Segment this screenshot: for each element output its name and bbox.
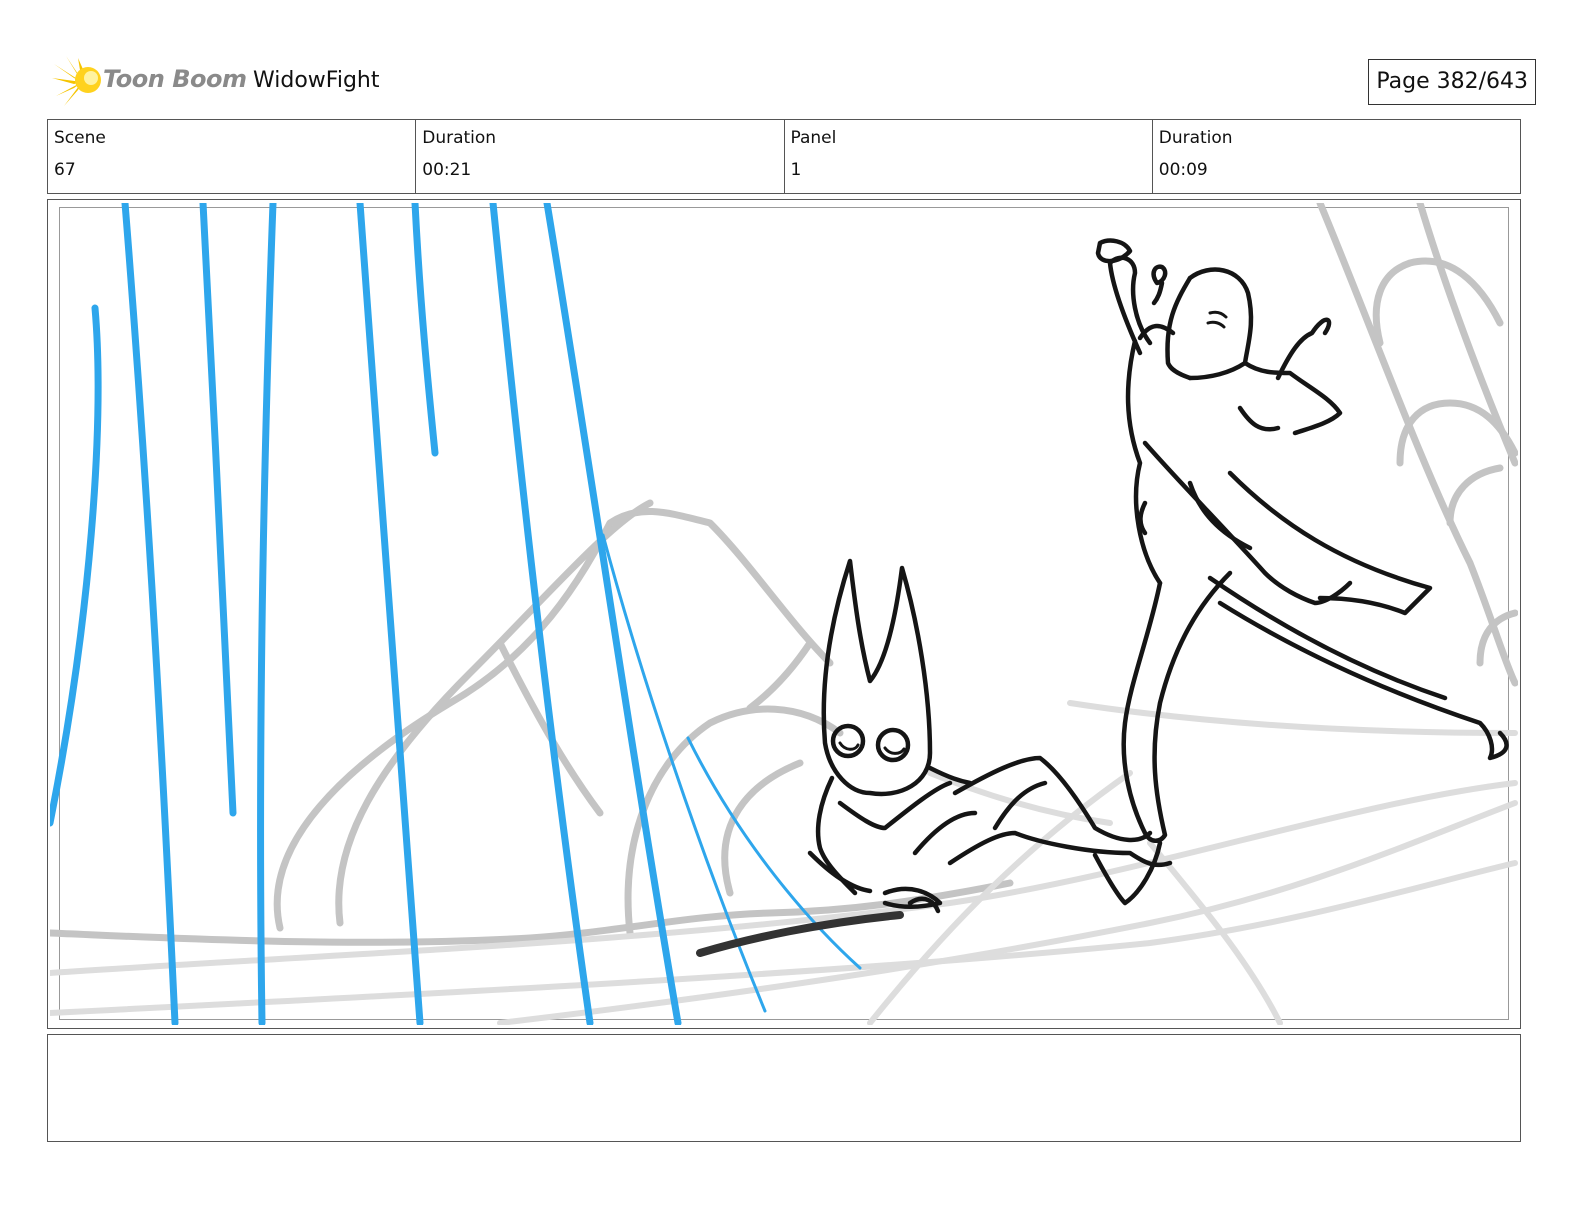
panel-cell: Panel 1 bbox=[783, 120, 1152, 193]
page-header: Toon Boom WidowFight Page 382/643 bbox=[50, 52, 1540, 112]
page-indicator: Page 382/643 bbox=[1368, 59, 1536, 105]
scene-duration-cell: Duration 00:21 bbox=[415, 120, 783, 193]
scene-duration-label: Duration bbox=[422, 128, 497, 148]
panel-notes-box bbox=[47, 1034, 1521, 1142]
panel-value: 1 bbox=[790, 160, 802, 180]
rain-lines-sketch bbox=[50, 203, 682, 1025]
panel-duration-cell: Duration 00:09 bbox=[1151, 120, 1520, 193]
floor-lines-sketch bbox=[50, 700, 1518, 1025]
toon-boom-logo-icon bbox=[52, 56, 101, 106]
brand-name: Toon Boom bbox=[103, 65, 247, 93]
panel-duration-label: Duration bbox=[1158, 128, 1233, 148]
scene-info-table: Scene 67 Duration 00:21 Panel 1 Duration… bbox=[47, 119, 1521, 194]
scene-label: Scene bbox=[54, 128, 106, 148]
storyboard-sketch bbox=[50, 203, 1518, 1025]
project-name: WidowFight bbox=[253, 68, 380, 93]
scene-cell: Scene 67 bbox=[48, 120, 415, 193]
scene-duration-value: 00:21 bbox=[422, 160, 472, 180]
scene-value: 67 bbox=[54, 160, 76, 180]
panel-label: Panel bbox=[790, 128, 837, 148]
standing-character-sketch bbox=[1095, 238, 1509, 843]
panel-duration-value: 00:09 bbox=[1158, 160, 1208, 180]
